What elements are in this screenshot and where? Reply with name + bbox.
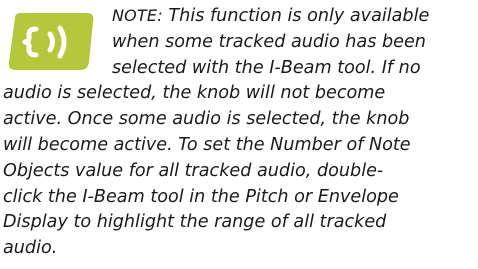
- note-line-5: active. Once some audio is selected, the…: [3, 109, 410, 130]
- note-line-9: Display to highlight the range of all tr…: [3, 212, 387, 233]
- note-line-7: Objects value for all tracked audio, dou…: [3, 160, 384, 181]
- note-block: NOTE: This function is only available wh…: [0, 0, 478, 269]
- note-label: NOTE:: [112, 6, 163, 25]
- note-line-6: will become active. To set the Number of…: [3, 134, 411, 155]
- note-line-10: audio.: [3, 238, 58, 259]
- note-line-1: NOTE: This function is only available: [3, 3, 473, 30]
- note-line-8: click the I-Beam tool in the Pitch or En…: [3, 186, 399, 207]
- note-line-2: when some tracked audio has been: [112, 31, 426, 52]
- note-line-4: audio is selected, the knob will not bec…: [3, 83, 386, 104]
- note-text: NOTE: This function is only available wh…: [3, 3, 473, 262]
- note-line-1-text: This function is only available: [162, 6, 430, 26]
- note-line-3: selected with the I-Beam tool. If no: [112, 57, 421, 78]
